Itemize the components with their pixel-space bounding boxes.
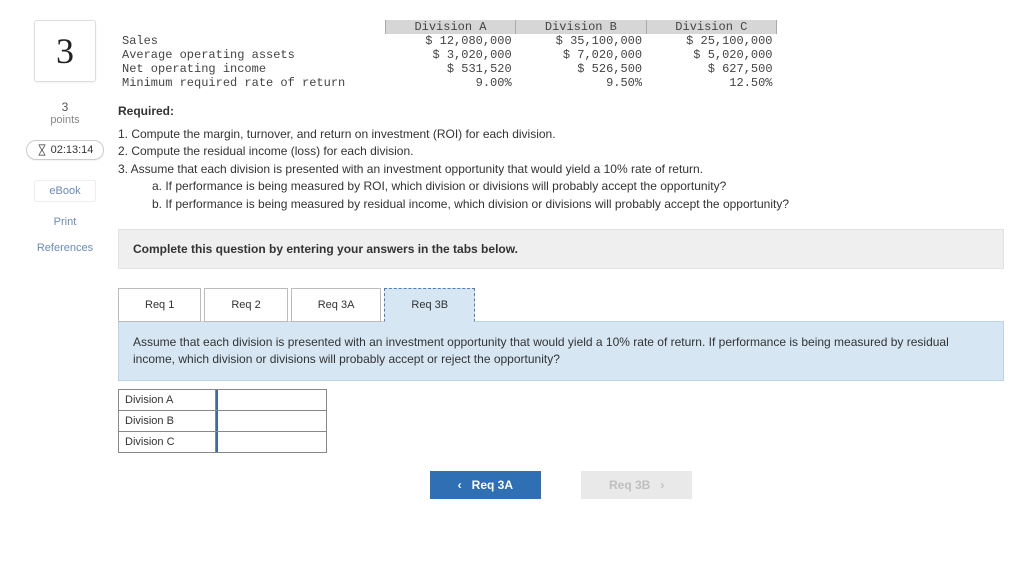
required-subitem: a. If performance is being measured by R… (118, 178, 1004, 195)
table-row: Average operating assets $ 3,020,000 $ 7… (118, 48, 777, 62)
required-item: 3. Assume that each division is presente… (118, 161, 1004, 178)
answer-table: Division A Division B Division C (118, 389, 327, 453)
instruction-bar: Complete this question by entering your … (118, 229, 1004, 269)
references-link[interactable]: References (37, 242, 93, 254)
required-heading: Required: (118, 104, 1004, 118)
chevron-right-icon: › (660, 478, 664, 492)
required-item: 1. Compute the margin, turnover, and ret… (118, 126, 1004, 143)
table-row: Minimum required rate of return 9.00% 9.… (118, 76, 777, 90)
hourglass-icon (37, 144, 47, 156)
points-label: points (50, 114, 79, 126)
table-row: Net operating income $ 531,520 $ 526,500… (118, 62, 777, 76)
answer-label: Division A (119, 389, 216, 410)
chevron-left-icon: ‹ (458, 478, 462, 492)
answer-input-c[interactable] (216, 432, 326, 452)
answer-label: Division C (119, 431, 216, 452)
answer-row: Division A (119, 389, 327, 410)
col-header-a: Division A (385, 20, 515, 34)
next-label: Req 3B (609, 478, 650, 492)
tab-req3b[interactable]: Req 3B (384, 288, 475, 322)
col-header-c: Division C (646, 20, 776, 34)
col-header-b: Division B (516, 20, 646, 34)
answer-input-a[interactable] (216, 390, 326, 410)
question-number-small: 3 (62, 100, 69, 114)
required-subitem: b. If performance is being measured by r… (118, 196, 1004, 213)
print-link[interactable]: Print (54, 216, 77, 228)
table-row: Sales $ 12,080,000 $ 35,100,000 $ 25,100… (118, 34, 777, 48)
required-item: 2. Compute the residual income (loss) fo… (118, 143, 1004, 160)
tab-req3a[interactable]: Req 3A (291, 288, 382, 322)
timer-pill: 02:13:14 (26, 140, 105, 160)
question-number-large: 3 (34, 20, 96, 82)
tab-req1[interactable]: Req 1 (118, 288, 201, 322)
answer-row: Division B (119, 410, 327, 431)
ebook-link[interactable]: eBook (34, 180, 95, 202)
prev-button[interactable]: ‹ Req 3A (430, 471, 541, 499)
answer-input-b[interactable] (216, 411, 326, 431)
answer-row: Division C (119, 431, 327, 452)
required-list: 1. Compute the margin, turnover, and ret… (118, 126, 1004, 213)
prev-label: Req 3A (472, 478, 513, 492)
tab-row: Req 1 Req 2 Req 3A Req 3B (118, 287, 1004, 321)
timer-value: 02:13:14 (51, 144, 94, 156)
tab-req2[interactable]: Req 2 (204, 288, 287, 322)
next-button: Req 3B › (581, 471, 692, 499)
answer-label: Division B (119, 410, 216, 431)
tab-panel-prompt: Assume that each division is presented w… (118, 321, 1004, 381)
data-table: Division A Division B Division C Sales $… (118, 20, 1004, 90)
